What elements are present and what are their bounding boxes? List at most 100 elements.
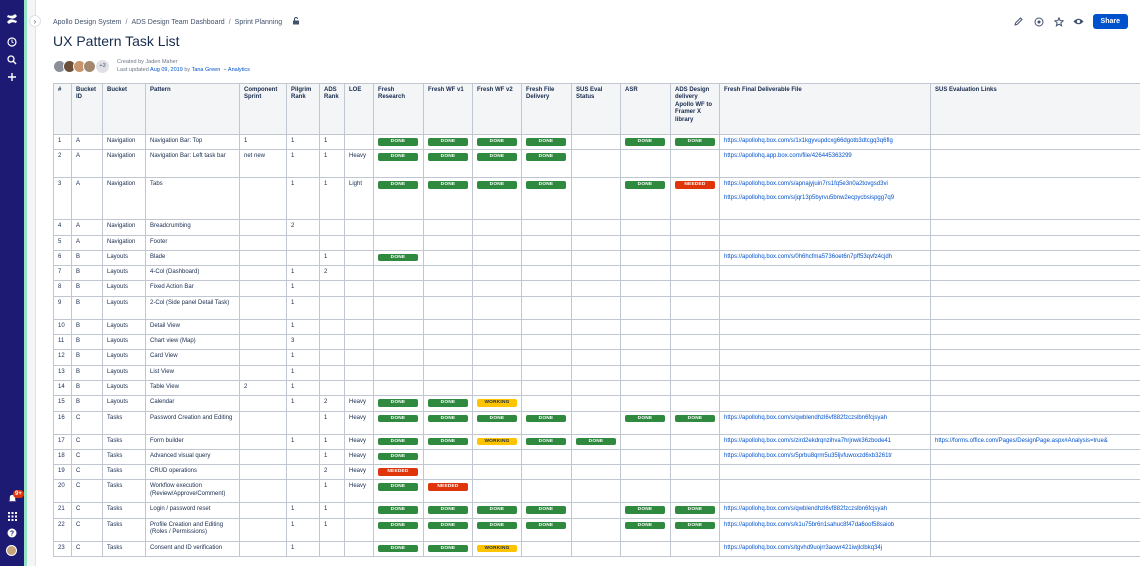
cell-wf1 <box>423 379 473 397</box>
cell-sprint <box>239 249 287 267</box>
deliverable-link[interactable]: https://apollohq.box.com/s/zird2ekdrqnzi… <box>724 438 926 445</box>
column-header[interactable]: Component Sprint <box>239 83 287 135</box>
cell-bucket: Layouts <box>102 318 146 336</box>
column-header[interactable]: Bucket <box>102 83 146 135</box>
cell-links: https://apollohq.box.com/s/k1u75br6n1sah… <box>719 517 931 542</box>
cell-bucket: Navigation <box>102 133 146 151</box>
cell-loe <box>344 280 374 297</box>
author-link[interactable]: Tana Green <box>192 67 221 73</box>
page-byline: +3 Created by Jaden Maher Last updated A… <box>53 58 250 74</box>
deliverable-link[interactable]: https://apollohq.box.com/s/k1u75br6n1sah… <box>724 522 926 529</box>
column-header[interactable]: ASR <box>620 83 671 135</box>
breadcrumb-item[interactable]: Sprint Planning <box>235 19 282 26</box>
cell-loe: Heavy <box>344 464 374 481</box>
cell-ads-delivery <box>670 265 720 282</box>
cell-research: NEEDED <box>373 464 424 481</box>
column-header[interactable]: SUS Evaluation Links <box>930 83 1140 135</box>
cell-file: DONE <box>521 433 572 450</box>
watch-icon[interactable] <box>1033 16 1045 28</box>
cell-sus <box>571 295 621 320</box>
cell-bid: C <box>71 433 103 450</box>
cell-links <box>719 234 931 251</box>
expand-sidebar-button[interactable]: › <box>29 15 41 27</box>
cell-research: DONE <box>373 448 424 466</box>
deliverable-link[interactable]: https://apollohq.box.com/s/1x1kgyvupdcxg… <box>724 138 926 145</box>
cell-ads-delivery <box>670 479 720 504</box>
cell-links: https://apollohq.box.com/s/apnajyjuin7rs… <box>719 177 931 221</box>
cell-bid: B <box>71 364 103 381</box>
contributor-avatars[interactable] <box>53 59 96 73</box>
cell-file <box>521 334 572 351</box>
cell-file: DONE <box>521 502 572 519</box>
status-badge: DONE <box>526 138 566 146</box>
sus-evaluation-link[interactable]: https://forms.office.com/Pages/DesignPag… <box>935 438 1108 444</box>
deliverable-link[interactable]: https://apollohq.box.com/s/qwblendhzl6vf… <box>724 506 926 513</box>
breadcrumb-item[interactable]: Apollo Design System <box>53 19 121 26</box>
more-contributors[interactable]: +3 <box>96 59 109 73</box>
view-icon[interactable] <box>1073 16 1085 28</box>
cell-loe: Heavy <box>344 395 374 412</box>
table-row: 1 A Navigation Navigation Bar: Top 1 1 1 DONE DO… <box>53 133 1140 151</box>
cell-pattern: Calendar <box>145 395 240 412</box>
breadcrumb-item[interactable]: ADS Design Team Dashboard <box>131 19 224 26</box>
deliverable-link[interactable]: https://apollohq.box.com/s/tgvhd9uojrr3a… <box>724 545 926 552</box>
column-header[interactable]: LOE <box>344 83 374 135</box>
help-icon[interactable]: ? <box>0 524 24 542</box>
analytics-link[interactable]: Analytics <box>228 67 250 73</box>
cell-wf1 <box>423 334 473 351</box>
column-header[interactable]: ADS Rank <box>319 83 345 135</box>
cell-pilgrim: 2 <box>286 219 320 236</box>
confluence-logo-icon[interactable] <box>0 10 24 28</box>
star-icon[interactable] <box>1053 16 1065 28</box>
cell-sus <box>571 318 621 336</box>
deliverable-link[interactable]: https://apollohq.box.com/s/0h6hcfma5736o… <box>724 254 926 261</box>
cell-ads: 1 <box>319 149 345 179</box>
cell-file: DONE <box>521 517 572 542</box>
column-header[interactable]: Fresh WF v1 <box>423 83 473 135</box>
deliverable-link[interactable]: https://apollohq.box.com/s/5prbu8qrm5u35… <box>724 453 926 460</box>
cell-ads <box>319 349 345 366</box>
cell-pattern: Workflow execution (Review/Approve/Comme… <box>145 479 240 504</box>
profile-avatar[interactable] <box>6 545 17 556</box>
recent-icon[interactable] <box>0 33 24 51</box>
app-switcher-icon[interactable] <box>0 507 24 525</box>
column-header[interactable]: Bucket ID <box>71 83 103 135</box>
column-header[interactable]: Fresh Research <box>373 83 424 135</box>
deliverable-link[interactable]: https://apollohq.box.com/s/apnajyjuin7rs… <box>724 181 926 188</box>
deliverable-link[interactable]: https://apollohq.box.com/s/jqr13p5byrvu5… <box>724 195 926 202</box>
cell-pattern: Password Creation and Editing <box>145 410 240 435</box>
create-icon[interactable] <box>0 68 24 86</box>
cell-loe <box>344 364 374 381</box>
search-icon[interactable] <box>0 51 24 69</box>
column-header[interactable]: Pattern <box>145 83 240 135</box>
cell-file <box>521 295 572 320</box>
column-header[interactable]: # <box>53 83 72 135</box>
share-button[interactable]: Share <box>1092 14 1128 29</box>
cell-research <box>373 219 424 236</box>
column-header[interactable]: Pilgrim Rank <box>286 83 320 135</box>
cell-sus-links <box>930 265 1140 282</box>
column-header[interactable]: Fresh File Delivery <box>521 83 572 135</box>
deliverable-link[interactable]: https://apollohq.app.box.com/file/426445… <box>724 153 926 160</box>
cell-pattern: Table View <box>145 379 240 397</box>
breadcrumb: Apollo Design System / ADS Design Team D… <box>53 16 300 27</box>
table-row: 13 B Layouts List View 1 <box>53 364 1140 381</box>
cell-sus <box>571 177 621 221</box>
column-header[interactable]: ADS Design delivery Apollo WF to Framer … <box>670 83 720 135</box>
unlock-icon[interactable] <box>292 16 300 27</box>
updated-date-link[interactable]: Aug 09, 2019 <box>150 67 183 73</box>
cell-sus <box>571 517 621 542</box>
column-header[interactable]: Fresh WF v2 <box>472 83 522 135</box>
cell-pattern: Card View <box>145 349 240 366</box>
cell-ads-delivery <box>670 249 720 267</box>
cell-sus <box>571 464 621 481</box>
cell-wf2: WORKING <box>472 395 522 412</box>
cell-bucket: Layouts <box>102 334 146 351</box>
column-header[interactable]: Fresh Final Deliverable File <box>719 83 931 135</box>
edit-icon[interactable] <box>1013 16 1025 28</box>
column-header[interactable]: SUS Eval Status <box>571 83 621 135</box>
cell-research <box>373 349 424 366</box>
deliverable-link[interactable]: https://apollohq.box.com/s/qwblendhzl6vf… <box>724 415 926 422</box>
cell-sus <box>571 410 621 435</box>
cell-sprint <box>239 295 287 320</box>
